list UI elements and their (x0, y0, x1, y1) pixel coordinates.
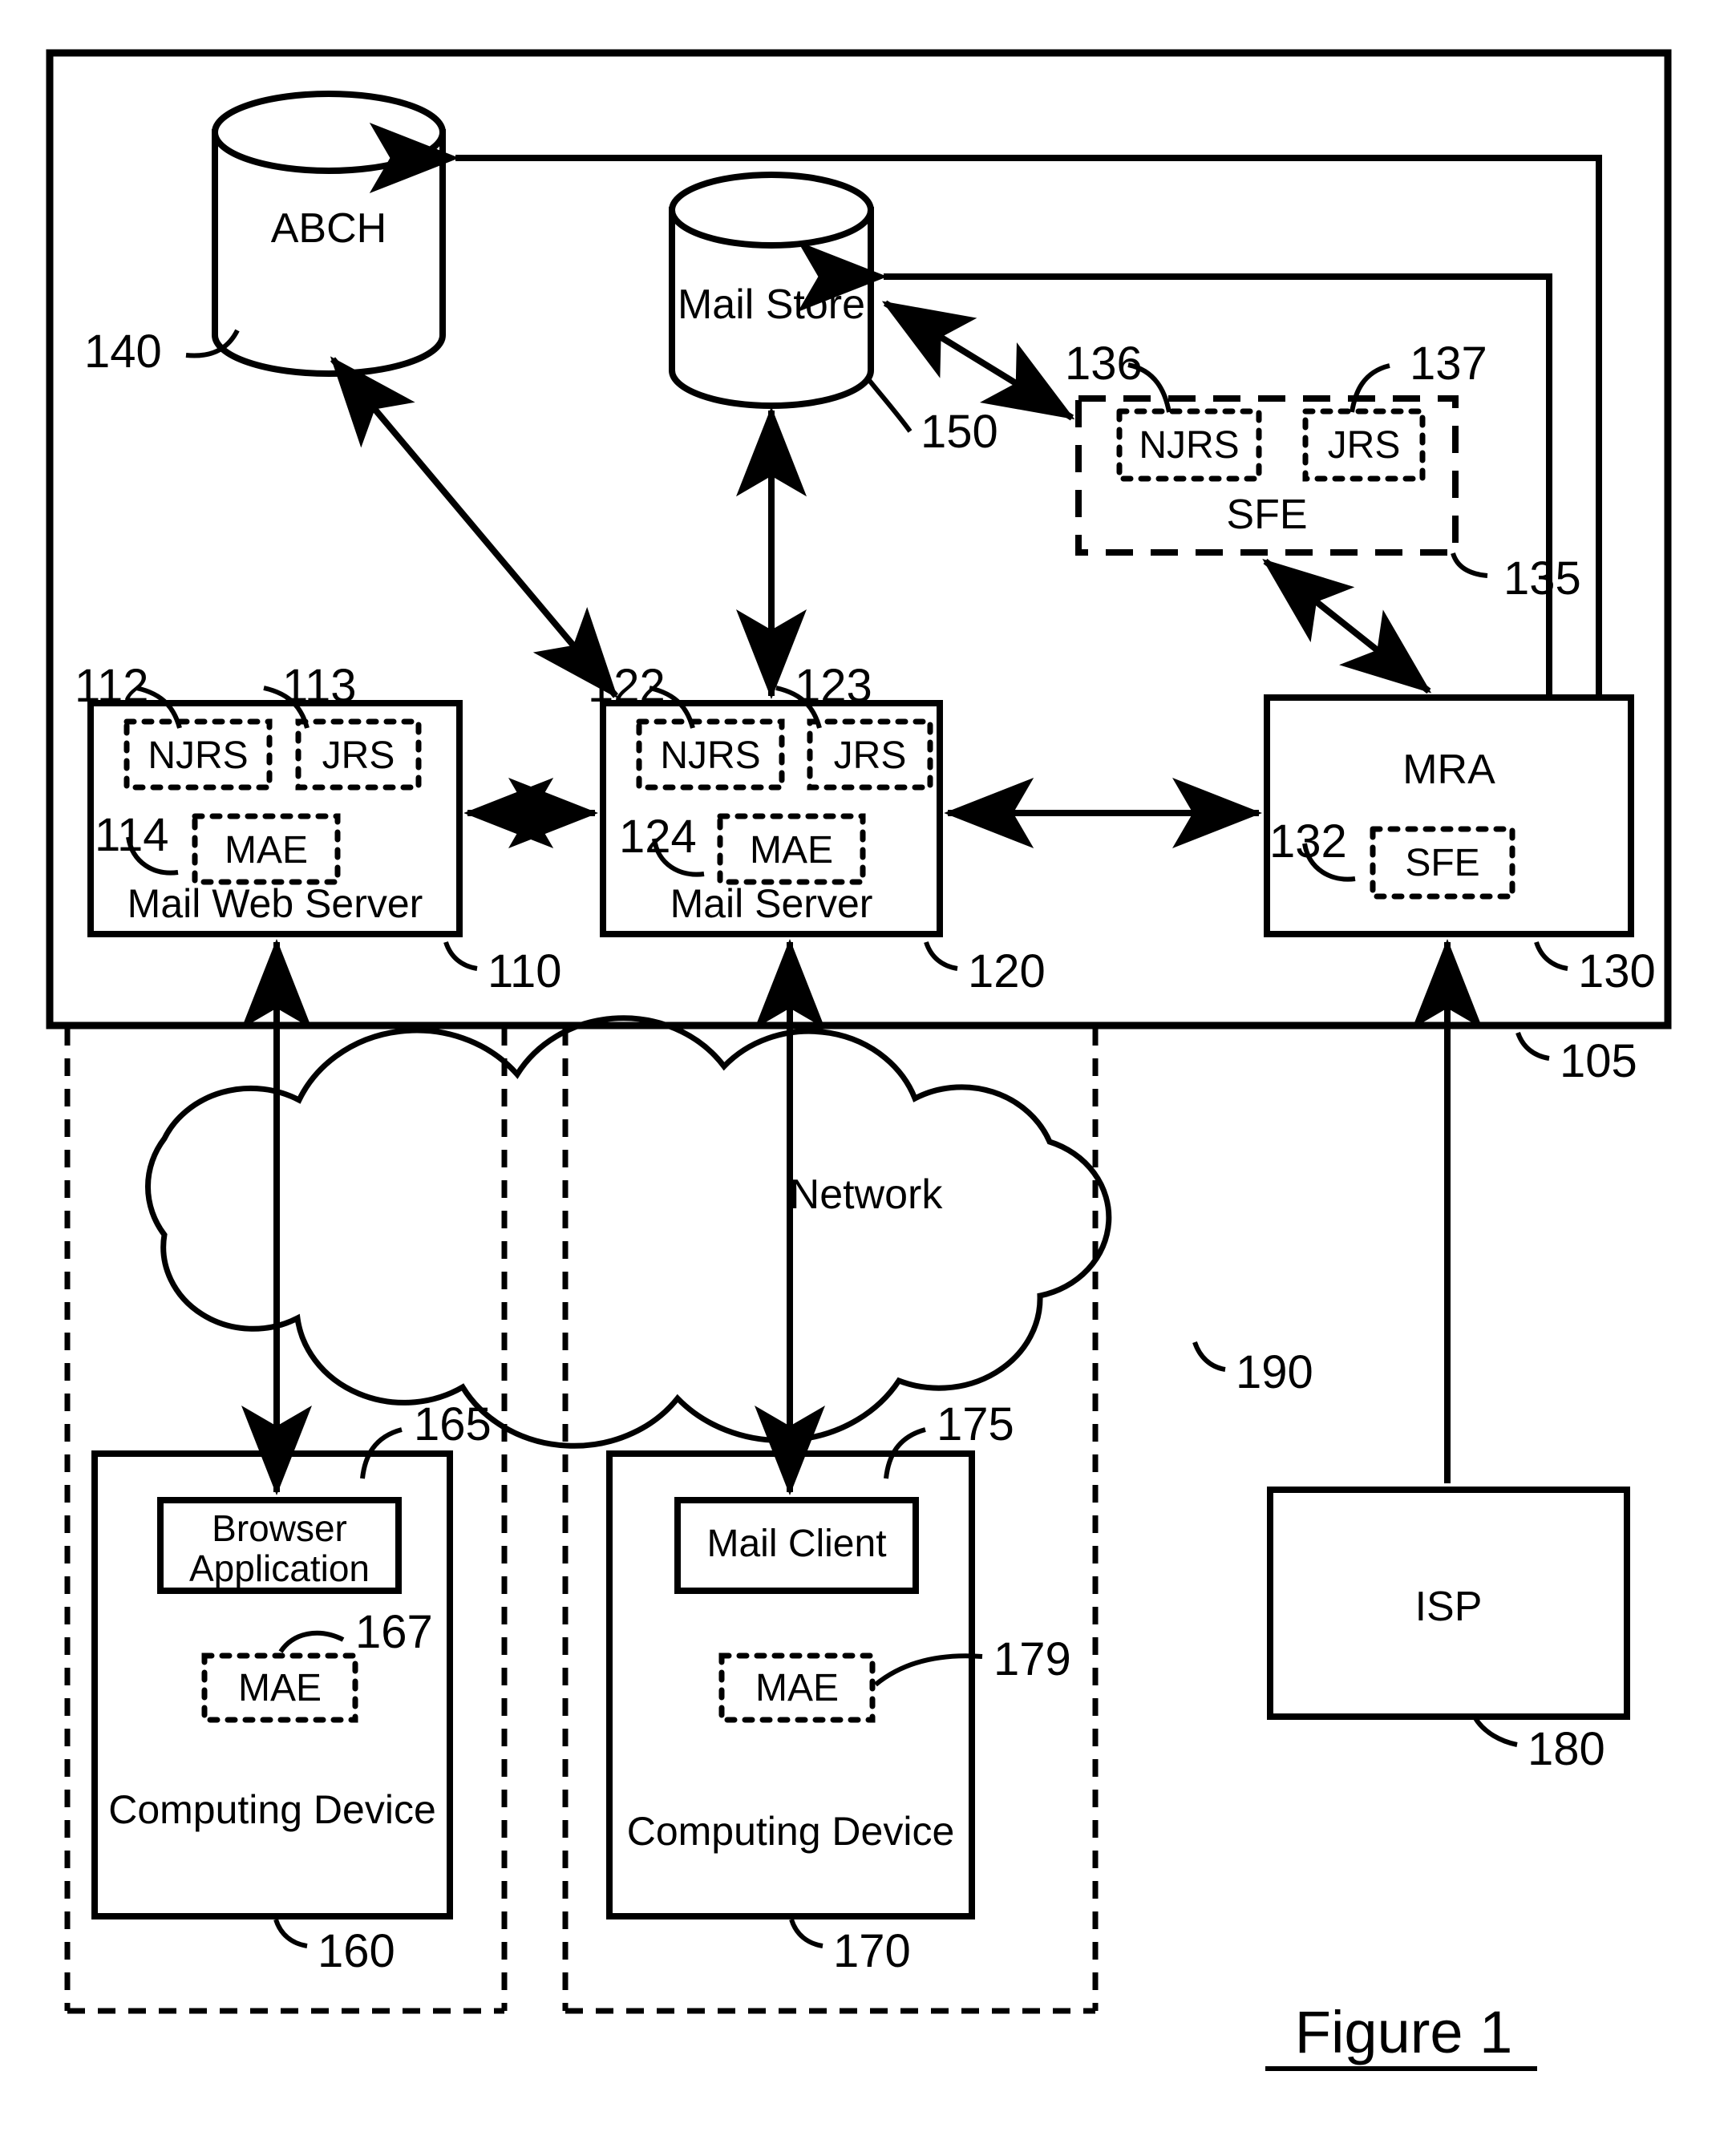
arrow-abch-mailserver (330, 356, 619, 699)
arrow-sfe-mailstore (881, 300, 1075, 421)
leader-190 (1192, 1341, 1226, 1372)
browser-application-line1: Browser (212, 1507, 347, 1549)
ref-113: 113 (282, 660, 357, 712)
ms-njrs-label: NJRS (660, 734, 761, 777)
arrow-sfe-mra (1262, 558, 1432, 694)
ref-112: 112 (75, 660, 149, 712)
ref-124: 124 (619, 811, 697, 863)
network-label: Network (789, 1171, 943, 1218)
ref-180: 180 (1528, 1723, 1605, 1775)
mws-njrs-label: NJRS (148, 734, 249, 777)
ref-137: 137 (1410, 338, 1487, 390)
ms-mae-label: MAE (749, 829, 833, 872)
ref-135: 135 (1503, 552, 1581, 605)
ref-130: 130 (1578, 945, 1656, 997)
leader-180 (1473, 1717, 1518, 1747)
ref-105: 105 (1560, 1035, 1637, 1087)
abch-label: ABCH (270, 205, 387, 252)
arrow-mra-to-abch (369, 123, 1602, 699)
ref-136: 136 (1065, 338, 1143, 390)
ref-167: 167 (355, 1606, 433, 1658)
figure-caption: Figure 1 (1294, 1999, 1513, 2065)
mail-web-server-label: Mail Web Server (127, 881, 423, 926)
leader-120 (924, 941, 958, 971)
ref-110: 110 (488, 945, 562, 997)
cd160-mae-label: MAE (237, 1667, 322, 1709)
computing-device-170-label: Computing Device (626, 1809, 955, 1854)
leader-110 (443, 941, 478, 971)
mail-server-label: Mail Server (670, 881, 873, 926)
ms-jrs-label: JRS (833, 734, 907, 777)
ref-160: 160 (318, 1925, 395, 1977)
leader-137 (1350, 363, 1390, 413)
sfe-njrs-label: NJRS (1139, 424, 1240, 467)
ref-132: 132 (1269, 815, 1347, 868)
ref-179: 179 (993, 1633, 1071, 1685)
mws-jrs-label: JRS (322, 734, 395, 777)
ref-165: 165 (414, 1398, 492, 1450)
browser-application-line2: Application (188, 1547, 370, 1589)
sfe-jrs-label: JRS (1327, 424, 1401, 467)
ref-140: 140 (84, 326, 162, 378)
leader-105 (1515, 1031, 1550, 1061)
ref-170: 170 (833, 1925, 911, 1977)
ref-123: 123 (795, 660, 872, 712)
leader-170 (789, 1918, 823, 1948)
isp-label: ISP (1414, 1584, 1483, 1630)
network-cloud (144, 1015, 1112, 1449)
leader-135 (1451, 552, 1488, 578)
mail-client-label: Mail Client (706, 1523, 887, 1565)
sfe-standalone-label: SFE (1226, 491, 1308, 538)
mws-mae-label: MAE (224, 829, 308, 872)
computing-device-160-label: Computing Device (108, 1787, 436, 1832)
ref-122: 122 (588, 660, 666, 712)
mra-sfe-label: SFE (1405, 842, 1480, 884)
ref-114: 114 (95, 809, 169, 861)
leader-160 (273, 1918, 308, 1948)
mra-label: MRA (1402, 746, 1495, 793)
patent-figure-page: ABCH 140 Mail Store 150 NJRS JRS SFE 136… (0, 0, 1736, 2148)
ref-120: 120 (968, 945, 1046, 997)
ref-190: 190 (1236, 1346, 1313, 1398)
cd170-mae-label: MAE (755, 1667, 839, 1709)
ref-175: 175 (937, 1398, 1014, 1450)
ref-150: 150 (921, 406, 998, 458)
leader-130 (1534, 941, 1568, 971)
mail-store-label: Mail Store (677, 281, 866, 328)
leader-150 (866, 378, 913, 433)
